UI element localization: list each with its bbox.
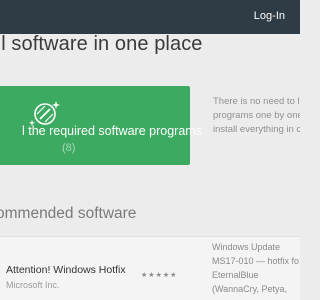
app-name-link[interactable]: Attention! Windows Hotfix (6, 264, 126, 276)
app-vendor: Microsoft Inc. (6, 280, 60, 290)
login-link[interactable]: Log-In (254, 10, 285, 22)
star-icon: ★ (148, 272, 155, 279)
app-description-line: MS17-010 — hotfix fo (212, 256, 300, 266)
install-count: (8) (62, 142, 76, 154)
top-navbar: Log-In (0, 0, 300, 34)
app-rating: ★ ★ ★ ★ ★ (141, 272, 176, 280)
app-description-line: EternalBlue (212, 270, 259, 280)
recommended-section-title: ommended software (0, 205, 137, 222)
star-icon: ★ (162, 272, 170, 279)
side-description-line: There is no need to lo (213, 96, 300, 107)
side-description-line: install everything in c (213, 124, 300, 135)
star-icon: ★ (141, 272, 148, 279)
side-description: There is no need to lo programs one by o… (213, 95, 300, 137)
app-description: Windows Update MS17-010 — hotfix fo Eter… (212, 240, 300, 296)
page-headline: ul software in one place (0, 33, 203, 55)
side-description-line: programs one by one (213, 110, 300, 121)
install-all-label: l the required software programs (22, 124, 202, 138)
star-icon: ★ (170, 272, 177, 279)
star-icon: ★ (155, 272, 162, 279)
page: Log-In ul software in one place l the re… (0, 0, 300, 300)
app-description-line: Windows Update (212, 242, 281, 252)
app-description-line: (WannaCry, Petya, (212, 284, 288, 294)
